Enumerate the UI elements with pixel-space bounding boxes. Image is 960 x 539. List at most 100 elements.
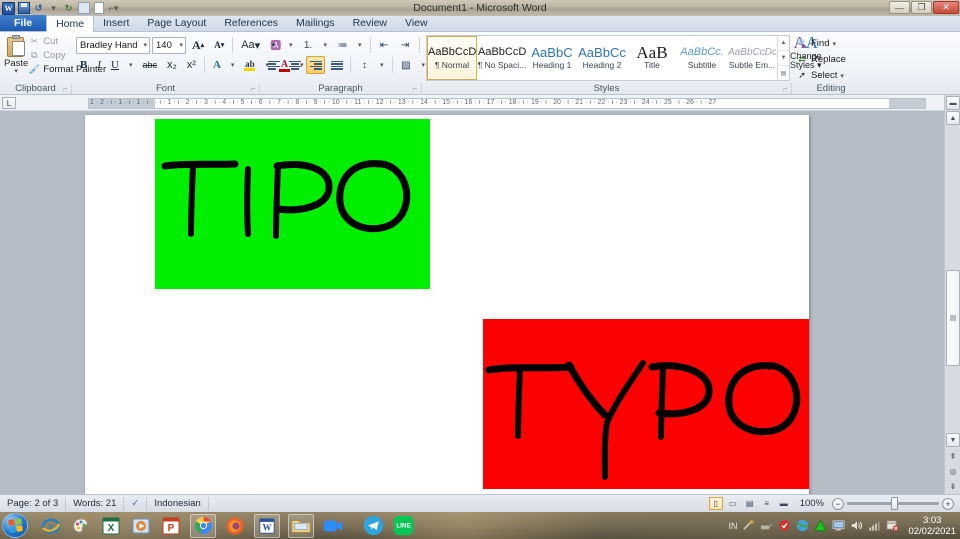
underline-button[interactable]: U [107,56,123,74]
bold-button[interactable]: B [76,56,91,74]
word-app-icon[interactable]: W [2,1,15,15]
vertical-scrollbar[interactable]: ▬ ▲ ▼ ⇞ ◎ ⇟ [944,95,960,494]
style-subtitle[interactable]: AaBbCc. Subtitle [677,36,727,80]
align-left-button[interactable] [264,56,283,74]
select-dropdown-icon[interactable]: ▾ [840,72,844,80]
taskbar-internet-explorer[interactable]: e [40,515,62,537]
line-spacing-button[interactable]: ↕ [355,56,374,74]
ribbon-tabs[interactable]: File Home Insert Page Layout References … [0,15,960,32]
previous-page-button[interactable]: ⇞ [946,450,960,463]
line-spacing-dropdown-icon[interactable]: ▾ [376,56,388,74]
tray-action-center-icon[interactable] [886,519,900,532]
shrink-font-button[interactable]: A ▾ [210,36,228,54]
page-indicator[interactable]: Page: 2 of 3 [0,496,67,511]
save-icon[interactable] [17,2,30,15]
start-button[interactable] [2,513,28,538]
redo-icon[interactable]: ↻ [62,2,75,15]
increase-indent-button[interactable]: ⇥ [396,36,415,54]
next-page-button[interactable]: ⇟ [946,480,960,493]
new-document-icon[interactable] [92,2,105,15]
font-dialog-launcher-icon[interactable]: ⌐ [249,84,257,93]
scrollbar-thumb[interactable] [946,270,960,366]
taskbar-excel[interactable]: X [100,515,122,537]
taskbar-chrome[interactable] [190,513,216,538]
web-layout-view-button[interactable]: ▤ [743,497,757,510]
document-page[interactable] [85,115,809,494]
scrollbar-bottom-controls[interactable]: ▼ ⇞ ◎ ⇟ [946,432,960,493]
scroll-down-button[interactable]: ▼ [946,433,960,447]
subscript-button[interactable]: x₂ [163,56,181,74]
image-typo-red[interactable] [483,319,809,489]
gallery-scroll-up-icon[interactable]: ▲ [778,36,789,51]
style-title[interactable]: AaB Title [627,36,677,80]
tray-globe-icon[interactable] [796,519,809,532]
numbering-dropdown-icon[interactable]: ▾ [320,36,332,54]
style-subtle-emphasis[interactable]: AaBbCcDc Subtle Em... [727,36,777,80]
select-browse-object-button[interactable]: ◎ [946,465,960,478]
image-tipo-green[interactable] [155,119,430,289]
superscript-button[interactable]: x² [183,56,200,74]
tray-antivirus-icon[interactable] [778,519,791,532]
full-screen-reading-view-button[interactable]: ▭ [726,497,740,510]
multilevel-list-button[interactable]: ≔ [333,36,352,54]
tab-references[interactable]: References [215,15,287,31]
align-right-button[interactable] [306,56,325,74]
highlight-button[interactable]: ab [240,56,259,74]
numbering-button[interactable]: 1. [299,36,318,54]
decrease-indent-button[interactable]: ⇤ [375,36,394,54]
undo-icon[interactable]: ↺ [32,2,45,15]
tab-review[interactable]: Review [344,15,396,31]
tray-network-drive-icon[interactable] [760,519,774,532]
word-count[interactable]: Words: 21 [66,496,125,511]
strikethrough-button[interactable]: abc [138,56,161,74]
tab-stop-selector[interactable]: L [2,97,16,109]
taskbar-word[interactable]: W [254,513,280,538]
taskbar-file-explorer[interactable] [288,513,314,538]
taskbar-line[interactable]: LINE [392,515,414,537]
grow-font-button[interactable]: A ▴ [188,36,208,54]
zoom-slider-thumb[interactable] [891,497,898,510]
outline-view-button[interactable]: ≡ [760,497,774,510]
quick-access-toolbar[interactable]: W ↺ ▾ ↻ ⌐▾ [0,0,120,16]
find-dropdown-icon[interactable]: ▾ [832,40,836,48]
select-button[interactable]: ➚ Select ▾ [796,68,844,83]
tab-page-layout[interactable]: Page Layout [138,15,215,31]
zoom-out-button[interactable]: − [832,497,844,510]
taskbar-paint[interactable] [70,515,92,537]
text-effects-button[interactable]: A [209,56,225,74]
tab-view[interactable]: View [396,15,437,31]
chevron-down-icon[interactable]: ▾ [141,41,147,49]
multilevel-dropdown-icon[interactable]: ▾ [354,36,366,54]
style-no-spacing[interactable]: AaBbCcDc ¶ No Spaci... [477,36,527,80]
customize-qat-icon[interactable]: ⌐▾ [107,2,120,15]
tab-insert[interactable]: Insert [94,15,138,31]
minimize-button[interactable]: — [889,1,910,14]
paste-dropdown-icon[interactable]: ▾ [14,68,18,75]
document-canvas[interactable] [0,111,944,494]
print-layout-view-button[interactable]: ▯ [708,497,723,510]
chevron-down-icon[interactable]: ▾ [177,41,183,49]
paragraph-dialog-launcher-icon[interactable]: ⌐ [411,84,419,93]
gallery-more-icon[interactable]: ▤ [778,66,789,80]
scroll-up-button[interactable]: ▲ [946,111,960,125]
shading-button[interactable]: ▨ [397,56,416,74]
zoom-slider[interactable] [847,497,939,510]
justify-button[interactable] [327,56,346,74]
underline-dropdown-icon[interactable]: ▾ [125,56,137,74]
zoom-in-button[interactable]: + [942,497,954,510]
taskbar-media-player[interactable] [130,515,152,537]
styles-gallery[interactable]: AaBbCcDc ¶ Normal AaBbCcDc ¶ No Spaci...… [426,35,790,81]
tray-usb-icon[interactable] [742,519,755,532]
undo-dropdown-icon[interactable]: ▾ [47,2,60,15]
language-indicator-tray[interactable]: IN [728,521,737,531]
paste-button[interactable]: Paste ▾ [4,34,28,75]
style-normal[interactable]: AaBbCcDc ¶ Normal [427,36,477,80]
find-button[interactable]: 🔍 Find ▾ [796,36,836,51]
close-button[interactable]: ✕ [933,1,959,14]
tray-volume-icon[interactable] [850,519,863,532]
replace-button[interactable]: ⇄ Replace [796,52,846,67]
tray-monitor-icon[interactable] [832,519,845,532]
bullets-dropdown-icon[interactable]: ▾ [285,36,297,54]
taskbar-clock[interactable]: 3:03 02/02/2021 [904,515,956,537]
font-name-combobox[interactable]: Bradley Hand IT ▾ [76,36,150,54]
